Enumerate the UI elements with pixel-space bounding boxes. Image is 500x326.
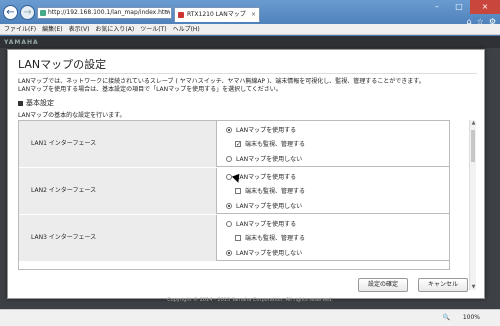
minimize-icon[interactable]: – xyxy=(426,0,448,14)
checkbox-label: 端末も監視、管理する xyxy=(245,235,306,242)
checkbox-icon[interactable] xyxy=(235,234,241,241)
zoom-icon[interactable]: 🔍 xyxy=(443,314,450,321)
status-bar: 🔍 100% xyxy=(0,309,500,326)
tab-close-icon[interactable]: × xyxy=(251,8,256,22)
section-square-icon xyxy=(18,100,23,106)
page-header-strip: YAMAHA xyxy=(0,36,500,48)
menu-edit[interactable]: 編集(E) xyxy=(42,24,62,34)
checkbox-icon[interactable] xyxy=(235,187,241,194)
forward-button[interactable]: → xyxy=(20,5,35,20)
window-controls: – □ × xyxy=(426,0,500,16)
radio-no-lanmap[interactable]: LANマップを使用しない xyxy=(226,248,302,257)
radio-use-lanmap[interactable]: LANマップを使用する xyxy=(226,219,296,228)
apply-settings-button[interactable]: 設定の確定 xyxy=(358,278,408,292)
radio-label: LANマップを使用する xyxy=(236,174,297,181)
scroll-down-icon[interactable]: ▼ xyxy=(470,284,477,290)
menu-view[interactable]: 表示(V) xyxy=(69,24,90,34)
radio-button-icon[interactable] xyxy=(226,249,232,256)
lan-map-settings-dialog: LANマップの設定 LANマップでは、ネットワークに接続されているスレーブ ( … xyxy=(7,49,485,299)
checkbox-monitor-terminals[interactable]: 端末も監視、管理する xyxy=(235,186,305,195)
menu-file[interactable]: ファイル(F) xyxy=(4,24,36,34)
radio-button-icon[interactable] xyxy=(226,220,232,227)
address-bar[interactable]: http://192.168.100.1/lan_map/index.htm ↻ xyxy=(37,7,172,19)
intro-text: LANマップでは、ネットワークに接続されているスレーブ ( ヤマハスイッチ、ヤマ… xyxy=(18,78,473,94)
checkbox-label: 端末も監視、管理する xyxy=(245,141,306,148)
section-title-text: 基本設定 xyxy=(26,99,54,107)
checkbox-monitor-terminals[interactable]: ✓ 端末も監視、管理する xyxy=(235,139,305,148)
section-description: LANマップの基本的な設定を行います。 xyxy=(18,112,126,119)
radio-button-icon[interactable] xyxy=(226,126,232,133)
radio-use-lanmap[interactable]: LANマップを使用する xyxy=(226,125,296,134)
zoom-level[interactable]: 100% xyxy=(463,314,480,321)
divider xyxy=(18,73,477,74)
radio-button-icon[interactable] xyxy=(226,202,232,209)
dialog-scrollbar[interactable]: ▲ ▼ xyxy=(469,120,476,290)
radio-label: LANマップを使用しない xyxy=(236,156,303,163)
scroll-up-icon[interactable]: ▲ xyxy=(470,120,477,126)
title-bar: ← → http://192.168.100.1/lan_map/index.h… xyxy=(0,0,500,26)
intro-line-2: LANマップを使用する場合は、基本設定の項目で「LANマップを使用する」を選択し… xyxy=(18,86,282,93)
radio-label: LANマップを使用しない xyxy=(236,203,303,210)
checkbox-icon[interactable]: ✓ xyxy=(235,140,241,147)
browser-tab[interactable]: RTX1210 LANマップ × xyxy=(174,7,260,22)
radio-no-lanmap[interactable]: LANマップを使用しない xyxy=(226,201,302,210)
section-title: 基本設定 xyxy=(18,98,54,108)
table-row: LAN1 インターフェース LANマップを使用する ✓ 端末も監視、管理する L… xyxy=(19,121,449,167)
radio-label: LANマップを使用しない xyxy=(236,250,303,257)
settings-table: LAN1 インターフェース LANマップを使用する ✓ 端末も監視、管理する L… xyxy=(18,120,450,270)
scrollbar-thumb[interactable] xyxy=(471,130,475,162)
row-label: LAN3 インターフェース xyxy=(19,215,217,261)
back-button[interactable]: ← xyxy=(3,5,18,20)
menu-help[interactable]: ヘルプ(H) xyxy=(173,24,200,34)
table-row: LAN3 インターフェース LANマップを使用する 端末も監視、管理する LAN… xyxy=(19,215,449,261)
refresh-icon[interactable]: ↻ xyxy=(164,8,169,18)
menu-tools[interactable]: ツール(T) xyxy=(140,24,166,34)
checkbox-monitor-terminals[interactable]: 端末も監視、管理する xyxy=(235,233,305,242)
menu-bar: ファイル(F) 編集(E) 表示(V) お気に入り(A) ツール(T) ヘルプ(… xyxy=(0,24,500,35)
radio-label: LANマップを使用する xyxy=(236,221,297,228)
menu-favorites[interactable]: お気に入り(A) xyxy=(95,24,134,34)
close-icon[interactable]: × xyxy=(470,0,500,14)
radio-label: LANマップを使用する xyxy=(236,127,297,134)
radio-button-icon[interactable] xyxy=(226,155,232,162)
page-icon xyxy=(40,10,46,16)
row-label: LAN1 インターフェース xyxy=(19,121,217,167)
page-content: YAMAHA LANマップの設定 LANマップでは、ネットワークに接続されている… xyxy=(0,36,500,309)
maximize-icon[interactable]: □ xyxy=(448,0,470,14)
browser-window: ← → http://192.168.100.1/lan_map/index.h… xyxy=(0,0,500,326)
page-footer: Copyright © 2014 - 2015 Yamaha Corporati… xyxy=(167,297,333,303)
radio-no-lanmap[interactable]: LANマップを使用しない xyxy=(226,154,302,163)
intro-line-1: LANマップでは、ネットワークに接続されているスレーブ ( ヤマハスイッチ、ヤマ… xyxy=(18,78,425,85)
tab-title: RTX1210 LANマップ xyxy=(187,11,246,18)
tab-favicon-icon xyxy=(178,12,184,18)
address-url: http://192.168.100.1/lan_map/index.htm xyxy=(48,9,171,16)
yamaha-logo: YAMAHA xyxy=(4,39,39,46)
checkbox-label: 端末も監視、管理する xyxy=(245,188,306,195)
cancel-button[interactable]: キャンセル xyxy=(418,278,468,292)
dialog-title: LANマップの設定 xyxy=(18,58,107,71)
row-label: LAN2 インターフェース xyxy=(19,168,217,214)
